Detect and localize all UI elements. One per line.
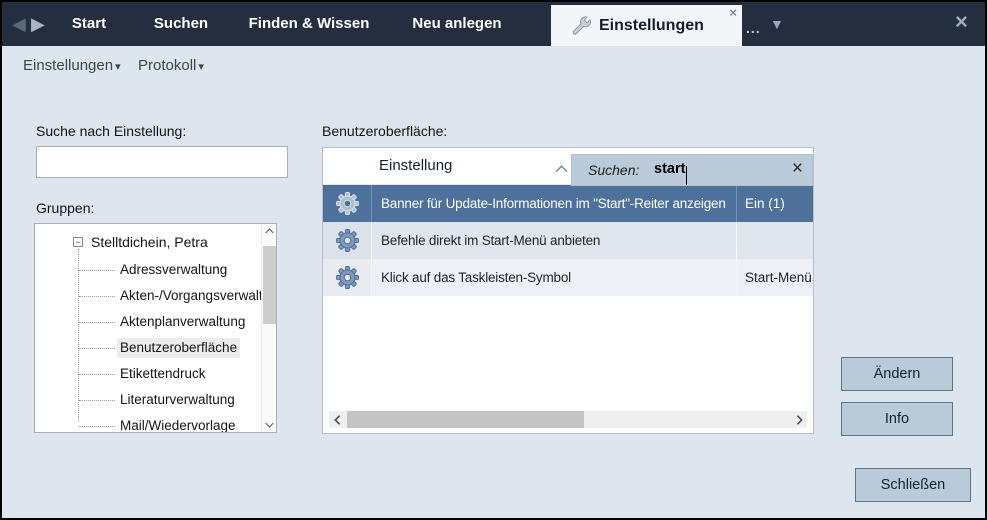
tab-list-dropdown-icon[interactable]: ▼ xyxy=(770,16,784,32)
tab-start[interactable]: Start xyxy=(57,2,121,46)
menu-einstellungen-label: Einstellungen xyxy=(23,57,113,74)
schliessen-button[interactable]: Schließen xyxy=(855,468,971,502)
tab-neu-anlegen[interactable]: Neu anlegen xyxy=(397,2,517,46)
table-row-befehle-startmenu[interactable]: Befehle direkt im Start-Menü anbieten xyxy=(323,222,813,259)
tab-close-icon[interactable]: × xyxy=(729,5,737,20)
menu-protokoll[interactable]: Protokoll▾ xyxy=(138,54,204,78)
tree-vertical-scrollbar[interactable] xyxy=(261,224,276,432)
forward-arrow-icon[interactable]: ▶ xyxy=(31,13,45,35)
tree-connector-stub xyxy=(79,400,115,401)
info-button[interactable]: Info xyxy=(841,402,953,436)
scrollbar-thumb[interactable] xyxy=(263,246,276,324)
setting-value: Start-Menü xyxy=(736,259,813,296)
tab-overflow-ellipsis: ... xyxy=(746,20,761,36)
scrollbar-thumb[interactable] xyxy=(347,411,584,428)
search-setting-label: Suche nach Einstellung: xyxy=(36,123,186,139)
row-icon-cell xyxy=(323,222,371,259)
tab-bar: ◀ ▶ Start Suchen Finden & Wissen Neu anl… xyxy=(2,2,985,46)
table-search-label: Suchen: xyxy=(588,162,639,178)
groups-label: Gruppen: xyxy=(36,200,94,216)
tree-root-node[interactable]: Stelltdichein, Petra xyxy=(91,234,208,250)
table-row-klick-taskleiste[interactable]: Klick auf das Taskleisten-Symbol Start-M… xyxy=(323,259,813,296)
tree-item-adressverwaltung[interactable]: Adressverwaltung xyxy=(117,260,230,280)
tree-item-mail-wiedervorlage[interactable]: Mail/Wiedervorlage xyxy=(117,416,239,433)
chevron-down-icon: ▾ xyxy=(115,61,121,73)
tree-connector-stub xyxy=(79,322,115,323)
gear-icon xyxy=(335,228,360,253)
row-icon-cell xyxy=(323,259,371,296)
table-row-banner-update[interactable]: Banner für Update-Informationen im "Star… xyxy=(323,185,813,222)
sort-ascending-icon xyxy=(555,160,568,178)
setting-name: Klick auf das Taskleisten-Symbol xyxy=(371,259,736,296)
tab-finden-wissen[interactable]: Finden & Wissen xyxy=(239,2,379,46)
back-arrow-icon[interactable]: ◀ xyxy=(12,13,26,35)
row-icon-cell xyxy=(323,185,371,222)
aendern-button[interactable]: Ändern xyxy=(841,357,953,391)
wrench-icon xyxy=(570,15,592,37)
tree-connector-line xyxy=(78,249,79,421)
tab-suchen[interactable]: Suchen xyxy=(137,2,225,46)
tree-connector-stub xyxy=(79,296,115,297)
scroll-down-icon[interactable] xyxy=(263,418,276,432)
setting-value: Ein (1) xyxy=(736,185,813,222)
setting-name: Banner für Update-Informationen im "Star… xyxy=(371,185,736,222)
tree-item-akten-vorgangsverwaltung[interactable]: Akten-/Vorgangsverwaltung xyxy=(117,286,277,306)
table-search-text: start xyxy=(654,161,685,177)
search-clear-icon[interactable]: × xyxy=(792,158,803,180)
scroll-right-icon[interactable] xyxy=(791,411,807,428)
scroll-left-icon[interactable] xyxy=(329,411,345,428)
chevron-down-icon: ▾ xyxy=(198,61,204,73)
setting-value xyxy=(736,222,813,259)
tree-connector-stub xyxy=(79,426,115,427)
menu-einstellungen[interactable]: Einstellungen▾ xyxy=(23,54,121,78)
table-search-box[interactable]: Suchen: start × xyxy=(571,154,813,186)
settings-table: Einstellung Suchen: start × Banne xyxy=(322,147,814,434)
table-horizontal-scrollbar[interactable] xyxy=(329,411,807,428)
tree-item-etikettendruck[interactable]: Etikettendruck xyxy=(117,364,209,384)
tree-connector-stub xyxy=(79,270,115,271)
tab-einstellungen-active[interactable]: Einstellungen × xyxy=(551,5,742,46)
window-content: ◀ ▶ Start Suchen Finden & Wissen Neu anl… xyxy=(2,2,985,518)
search-setting-input[interactable] xyxy=(36,146,288,178)
tree-item-aktenplanverwaltung[interactable]: Aktenplanverwaltung xyxy=(117,312,248,332)
gear-icon xyxy=(335,191,360,216)
column-header-einstellung[interactable]: Einstellung xyxy=(379,157,452,174)
tree-item-benutzeroberflaeche-selected[interactable]: Benutzeroberfläche xyxy=(117,338,240,358)
tree-item-literaturverwaltung[interactable]: Literaturverwaltung xyxy=(117,390,238,410)
menu-bar: Einstellungen▾ Protokoll▾ xyxy=(2,46,985,86)
window-close-icon[interactable]: × xyxy=(955,9,968,35)
tree-connector-stub xyxy=(79,374,115,375)
table-search-value[interactable]: start xyxy=(654,161,685,177)
section-label-benutzeroberflaeche: Benutzeroberfläche: xyxy=(322,123,447,139)
scroll-up-icon[interactable] xyxy=(263,224,276,238)
tree-collapse-icon[interactable]: − xyxy=(73,237,83,247)
active-tab-label: Einstellungen xyxy=(599,5,704,46)
groups-tree: − Stelltdichein, Petra Adressverwaltung … xyxy=(34,223,277,433)
text-cursor xyxy=(686,166,687,185)
app-window: ◀ ▶ Start Suchen Finden & Wissen Neu anl… xyxy=(0,0,987,520)
setting-name: Befehle direkt im Start-Menü anbieten xyxy=(371,222,736,259)
tree-connector-stub xyxy=(79,348,115,349)
menu-protokoll-label: Protokoll xyxy=(138,57,196,74)
gear-icon xyxy=(335,265,360,290)
